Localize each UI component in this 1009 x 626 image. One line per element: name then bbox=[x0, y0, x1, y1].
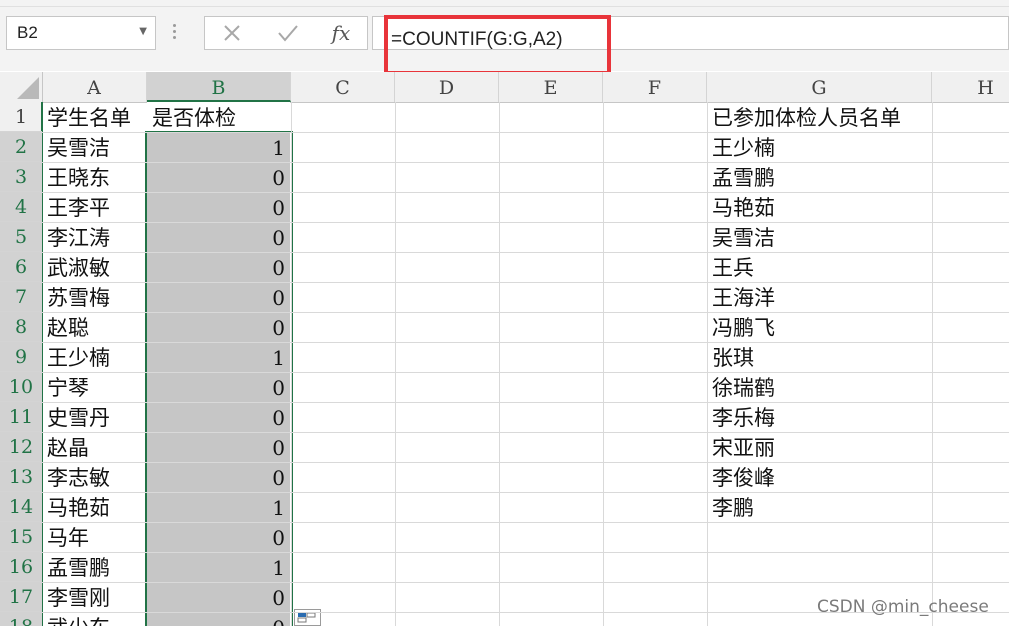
cell-b11[interactable]: 0 bbox=[147, 402, 285, 432]
cell-b15[interactable]: 0 bbox=[147, 522, 285, 552]
cell-b4[interactable]: 0 bbox=[147, 192, 285, 222]
column-header-g[interactable]: G bbox=[707, 72, 932, 102]
gridline-vertical bbox=[499, 102, 500, 626]
select-all-triangle-icon bbox=[17, 77, 39, 99]
cell-a15[interactable]: 马年 bbox=[47, 522, 89, 552]
gridline-vertical bbox=[603, 102, 604, 626]
cell-b10[interactable]: 0 bbox=[147, 372, 285, 402]
cell-a7[interactable]: 苏雪梅 bbox=[47, 282, 110, 312]
close-icon[interactable] bbox=[217, 19, 247, 47]
chevron-down-icon[interactable]: ▼ bbox=[139, 26, 147, 37]
row-header-12[interactable]: 12 bbox=[0, 432, 42, 462]
cell-a10[interactable]: 宁琴 bbox=[47, 372, 89, 402]
name-box[interactable]: B2 ▼ bbox=[6, 16, 156, 50]
cell-b3[interactable]: 0 bbox=[147, 162, 285, 192]
cell-g14[interactable]: 李鹏 bbox=[712, 492, 754, 522]
title-strip bbox=[0, 0, 1009, 7]
cell-a4[interactable]: 王李平 bbox=[47, 192, 110, 222]
annotation-highlight-box bbox=[384, 15, 611, 75]
cell-a13[interactable]: 李志敏 bbox=[47, 462, 110, 492]
column-header-c[interactable]: C bbox=[291, 72, 395, 102]
spreadsheet-grid: ABCDEFGH123456789101112131415161718学生名单是… bbox=[0, 72, 1009, 626]
cell-g10[interactable]: 徐瑞鹤 bbox=[712, 372, 775, 402]
cell-g6[interactable]: 王兵 bbox=[712, 252, 754, 282]
cell-a11[interactable]: 史雪丹 bbox=[47, 402, 110, 432]
cell-g1[interactable]: 已参加体检人员名单 bbox=[712, 102, 901, 132]
cell-b12[interactable]: 0 bbox=[147, 432, 285, 462]
fx-icon[interactable]: fx bbox=[326, 19, 356, 47]
column-header-b[interactable]: B bbox=[147, 72, 291, 102]
column-header-h[interactable]: H bbox=[932, 72, 1009, 102]
gridline-vertical bbox=[291, 102, 292, 626]
column-header-a[interactable]: A bbox=[42, 72, 147, 102]
cell-a18[interactable]: 武少东 bbox=[47, 612, 110, 626]
cell-g7[interactable]: 王海洋 bbox=[712, 282, 775, 312]
cell-b16[interactable]: 1 bbox=[147, 552, 285, 582]
row-header-1[interactable]: 1 bbox=[0, 102, 42, 132]
cell-g12[interactable]: 宋亚丽 bbox=[712, 432, 775, 462]
gridline-vertical bbox=[932, 102, 933, 626]
check-icon[interactable] bbox=[273, 19, 303, 47]
cell-g2[interactable]: 王少楠 bbox=[712, 132, 775, 162]
row-header-13[interactable]: 13 bbox=[0, 462, 42, 492]
cell-a9[interactable]: 王少楠 bbox=[47, 342, 110, 372]
cell-a8[interactable]: 赵聪 bbox=[47, 312, 89, 342]
cell-b18[interactable]: 0 bbox=[147, 612, 285, 626]
cell-b2[interactable]: 1 bbox=[147, 132, 285, 162]
cell-b14[interactable]: 1 bbox=[147, 492, 285, 522]
formula-buttons: fx bbox=[204, 16, 368, 50]
row-header-2[interactable]: 2 bbox=[0, 132, 42, 162]
row-header-18[interactable]: 18 bbox=[0, 612, 42, 626]
cell-g9[interactable]: 张琪 bbox=[712, 342, 754, 372]
row-header-4[interactable]: 4 bbox=[0, 192, 42, 222]
cell-a2[interactable]: 吴雪洁 bbox=[47, 132, 110, 162]
watermark: CSDN @min_cheese bbox=[817, 597, 989, 617]
cell-a1[interactable]: 学生名单 bbox=[47, 102, 131, 132]
cell-b8[interactable]: 0 bbox=[147, 312, 285, 342]
row-header-16[interactable]: 16 bbox=[0, 552, 42, 582]
cell-g4[interactable]: 马艳茹 bbox=[712, 192, 775, 222]
select-all-button[interactable] bbox=[0, 72, 43, 102]
cell-a12[interactable]: 赵晶 bbox=[47, 432, 89, 462]
row-header-6[interactable]: 6 bbox=[0, 252, 42, 282]
cell-g3[interactable]: 孟雪鹏 bbox=[712, 162, 775, 192]
column-header-f[interactable]: F bbox=[603, 72, 707, 102]
cell-b13[interactable]: 0 bbox=[147, 462, 285, 492]
row-header-15[interactable]: 15 bbox=[0, 522, 42, 552]
cell-b17[interactable]: 0 bbox=[147, 582, 285, 612]
gridline-vertical bbox=[395, 102, 396, 626]
cell-a6[interactable]: 武淑敏 bbox=[47, 252, 110, 282]
row-header-7[interactable]: 7 bbox=[0, 282, 42, 312]
formula-bar-grip-icon[interactable] bbox=[173, 24, 177, 42]
row-header-11[interactable]: 11 bbox=[0, 402, 42, 432]
cell-a17[interactable]: 李雪刚 bbox=[47, 582, 110, 612]
name-box-value: B2 bbox=[17, 23, 38, 42]
cell-b6[interactable]: 0 bbox=[147, 252, 285, 282]
cell-b9[interactable]: 1 bbox=[147, 342, 285, 372]
row-header-9[interactable]: 9 bbox=[0, 342, 42, 372]
row-header-5[interactable]: 5 bbox=[0, 222, 42, 252]
row-header-17[interactable]: 17 bbox=[0, 582, 42, 612]
cell-a16[interactable]: 孟雪鹏 bbox=[47, 552, 110, 582]
fx-label: fx bbox=[331, 21, 351, 45]
cell-g8[interactable]: 冯鹏飞 bbox=[712, 312, 775, 342]
row-header-10[interactable]: 10 bbox=[0, 372, 42, 402]
cell-a5[interactable]: 李江涛 bbox=[47, 222, 110, 252]
row-header-3[interactable]: 3 bbox=[0, 162, 42, 192]
cell-g5[interactable]: 吴雪洁 bbox=[712, 222, 775, 252]
cell-g13[interactable]: 李俊峰 bbox=[712, 462, 775, 492]
cell-b1[interactable]: 是否体检 bbox=[152, 102, 236, 132]
row-header-14[interactable]: 14 bbox=[0, 492, 42, 522]
cell-b7[interactable]: 0 bbox=[147, 282, 285, 312]
cell-g11[interactable]: 李乐梅 bbox=[712, 402, 775, 432]
cell-b5[interactable]: 0 bbox=[147, 222, 285, 252]
cell-a14[interactable]: 马艳茹 bbox=[47, 492, 110, 522]
column-header-e[interactable]: E bbox=[499, 72, 603, 102]
cell-a3[interactable]: 王晓东 bbox=[47, 162, 110, 192]
column-header-d[interactable]: D bbox=[395, 72, 499, 102]
row-header-8[interactable]: 8 bbox=[0, 312, 42, 342]
gridline-vertical bbox=[707, 102, 708, 626]
